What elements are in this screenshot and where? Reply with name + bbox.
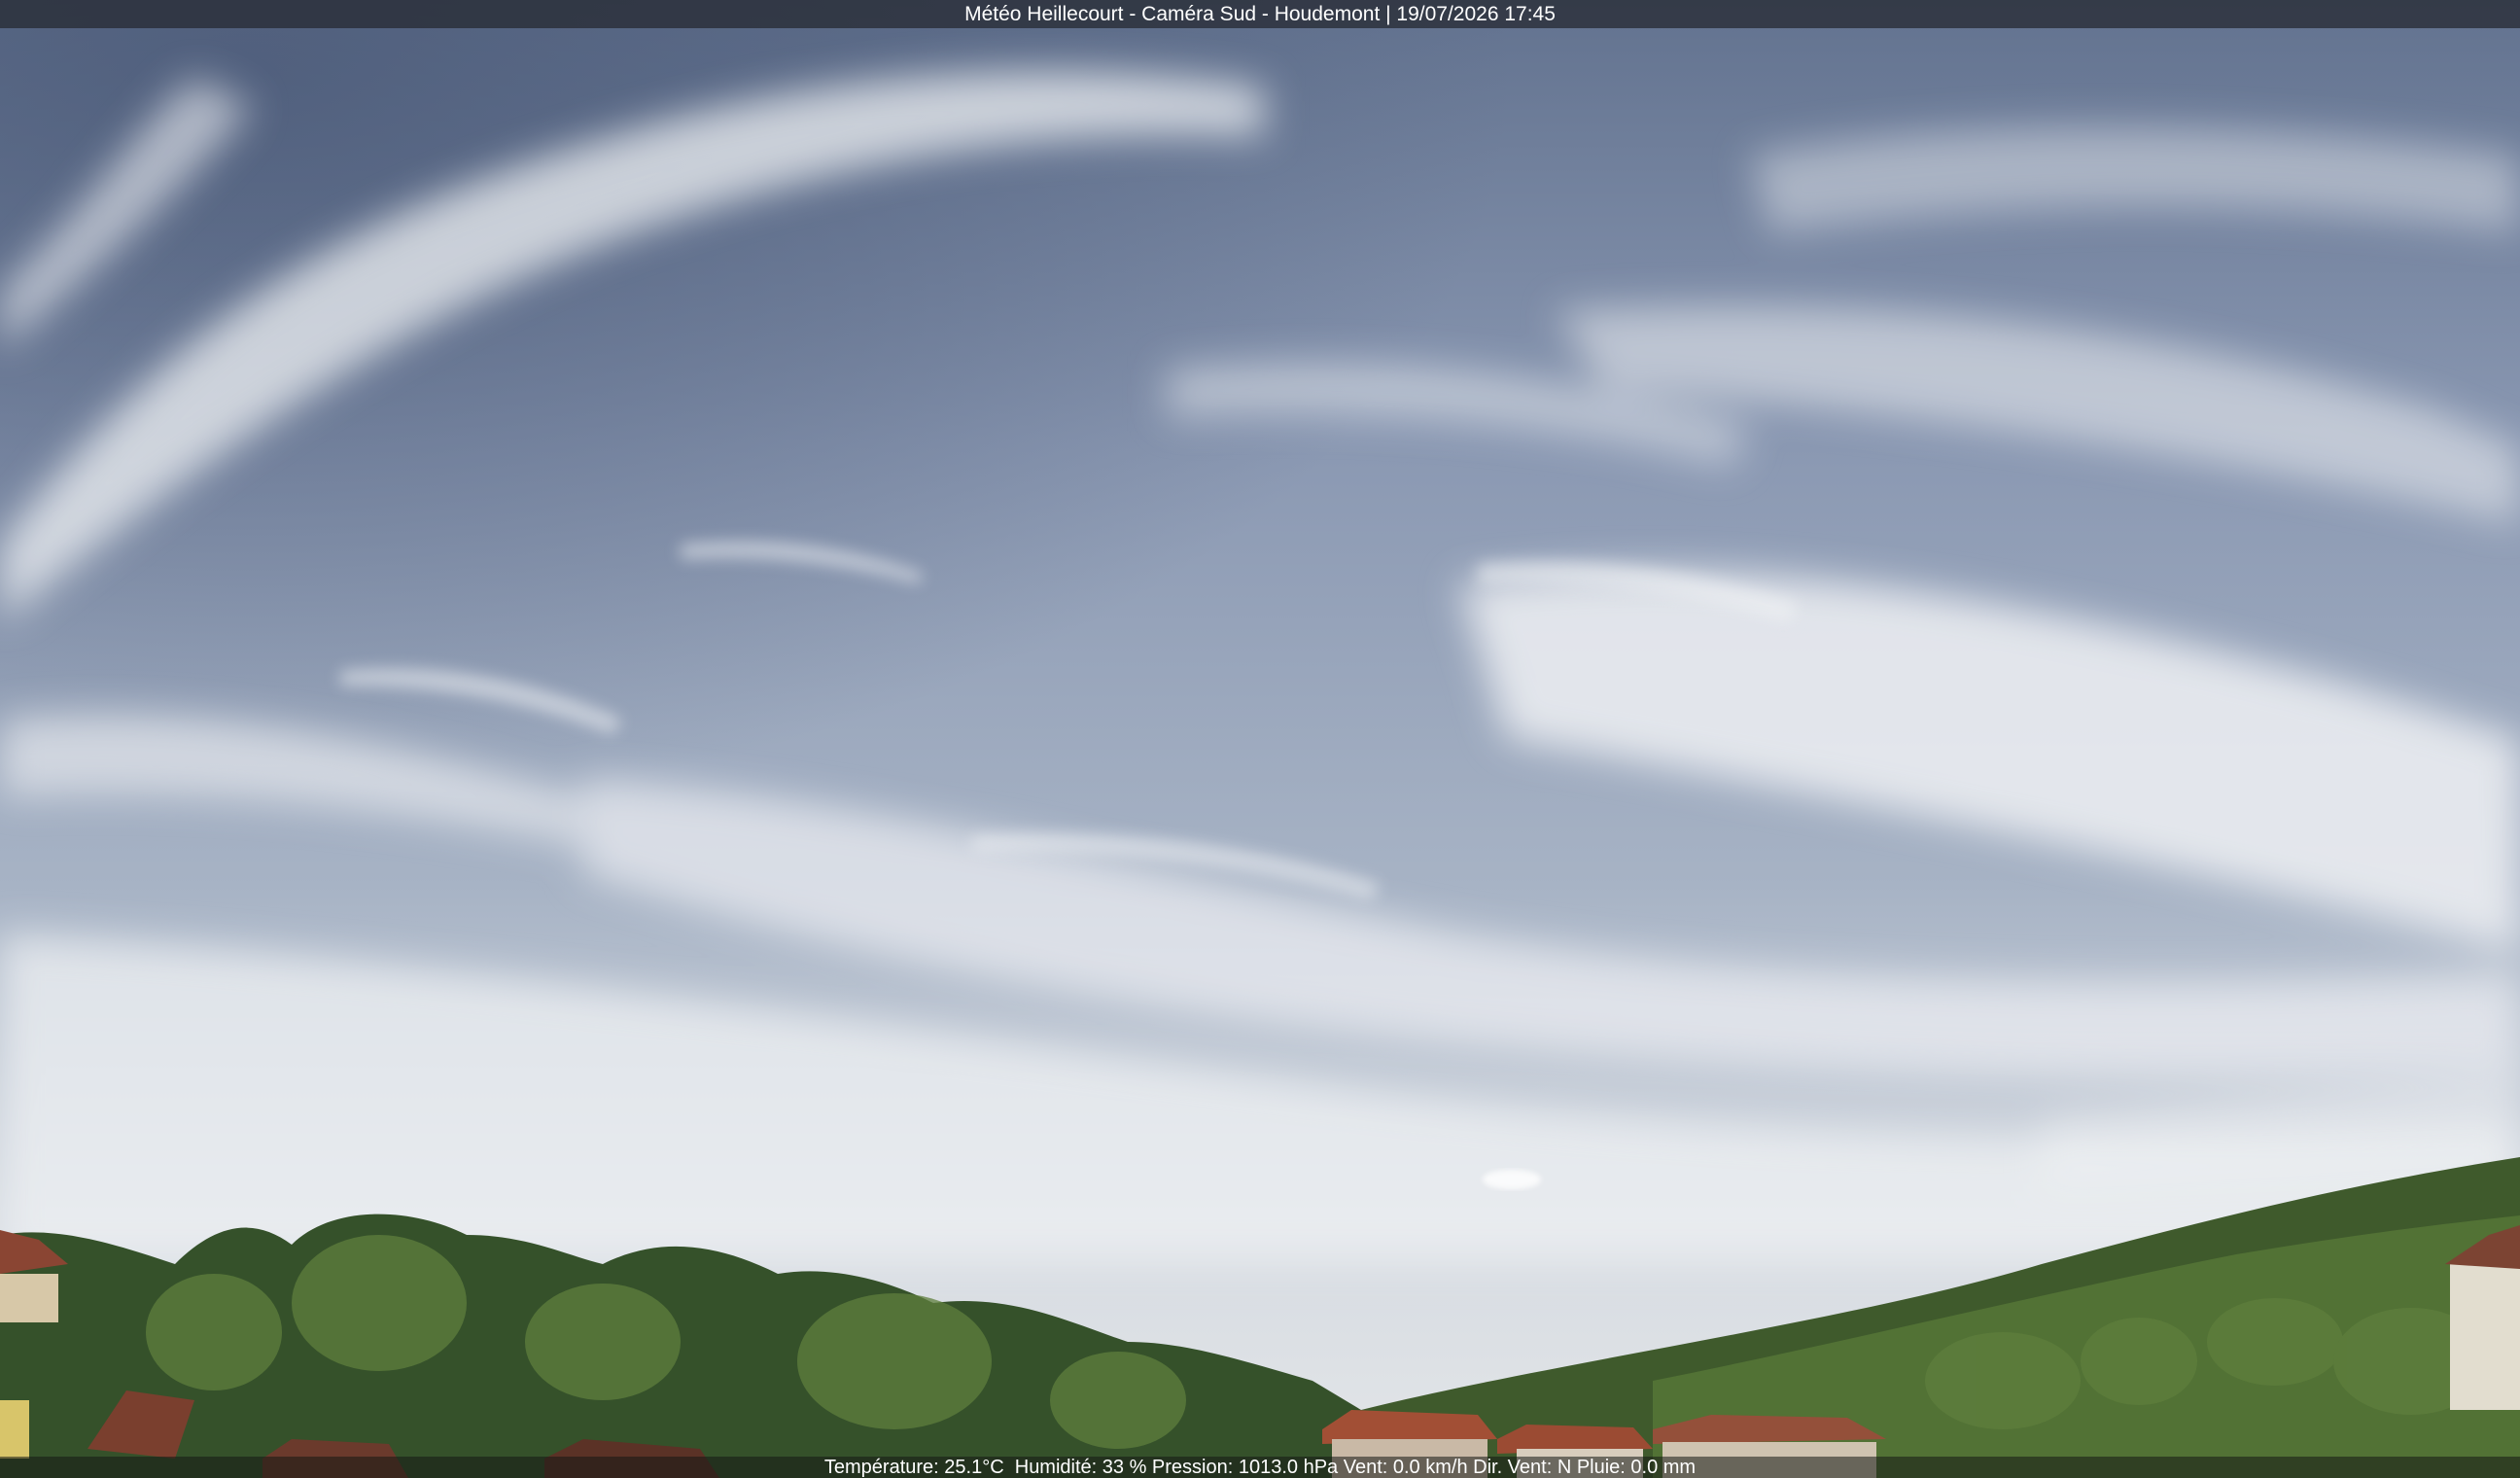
webcam-image <box>0 0 2520 1478</box>
title-overlay: Météo Heillecourt - Caméra Sud - Houdemo… <box>0 0 2520 28</box>
weather-overlay: Température: 25.1°C Humidité: 33 % Press… <box>0 1457 2520 1478</box>
camera-title: Météo Heillecourt - Caméra Sud - Houdemo… <box>964 3 1556 25</box>
small-cloud <box>1483 1170 1541 1189</box>
weather-readout: Température: 25.1°C Humidité: 33 % Press… <box>823 1457 1697 1478</box>
webcam-frame: Météo Heillecourt - Caméra Sud - Houdemo… <box>0 0 2520 1478</box>
